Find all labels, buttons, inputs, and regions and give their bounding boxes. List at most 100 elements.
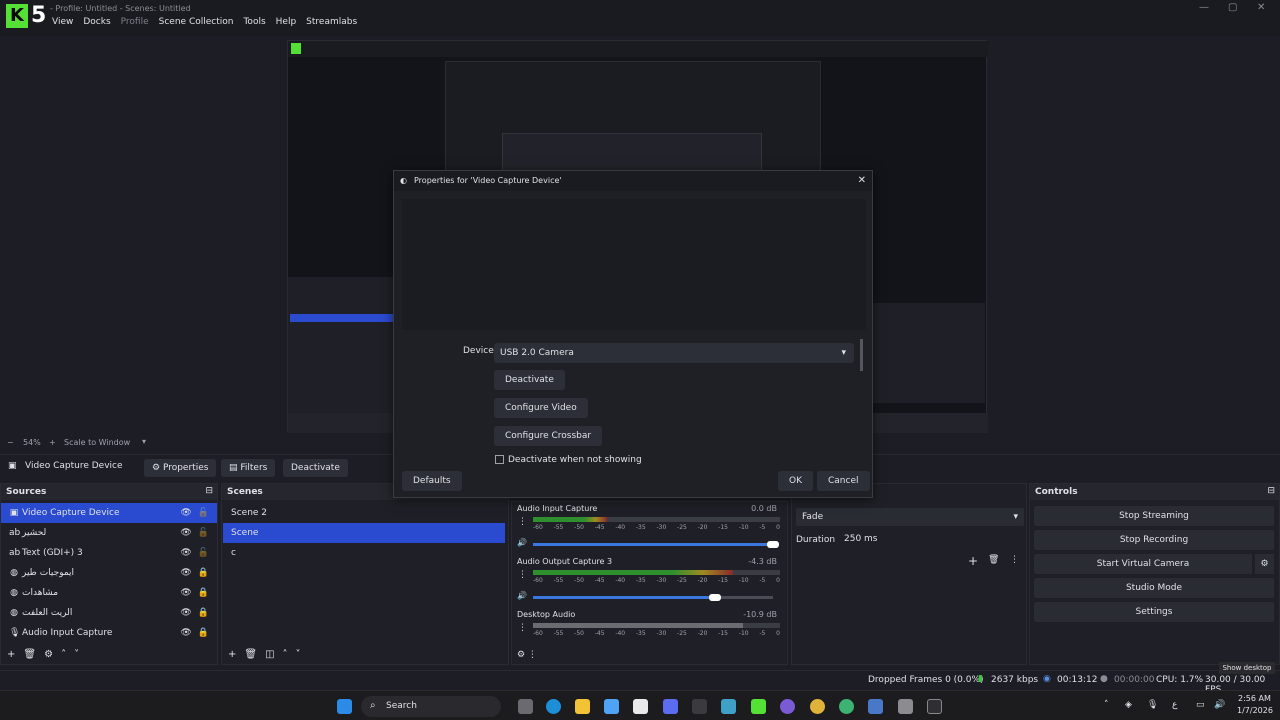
clock-time[interactable]: 2:56 AM	[1238, 694, 1271, 703]
menu-help[interactable]: Help	[276, 17, 297, 27]
unlock-icon[interactable]: 🔓	[198, 503, 209, 523]
visibility-eye-icon[interactable]: 👁	[180, 623, 191, 643]
speaker-icon[interactable]: 🔊	[517, 538, 527, 547]
menu-profile[interactable]: Profile	[121, 17, 149, 27]
stop-streaming-button[interactable]: Stop Streaming	[1034, 506, 1274, 526]
add-source-icon[interactable]: +	[7, 649, 15, 660]
language-icon[interactable]: ع	[1172, 700, 1177, 710]
transition-menu-icon[interactable]: ⋮	[1010, 555, 1019, 565]
scene-filters-icon[interactable]: ◫	[265, 649, 274, 660]
studio-mode-button[interactable]: Studio Mode	[1034, 578, 1274, 598]
kick-icon[interactable]	[751, 699, 766, 714]
source-row[interactable]: ◍ الريت العلفت 👁 🔒	[1, 603, 217, 623]
volume-slider[interactable]	[533, 541, 779, 548]
cancel-button[interactable]: Cancel	[817, 471, 870, 491]
scene-row[interactable]: Scene 2	[223, 503, 505, 523]
lock-icon[interactable]: 🔒	[198, 603, 209, 623]
scene-row[interactable]: Scene	[223, 523, 505, 543]
ok-button[interactable]: OK	[778, 471, 813, 491]
menu-docks[interactable]: Docks	[83, 17, 110, 27]
stop-recording-button[interactable]: Stop Recording	[1034, 530, 1274, 550]
mixer-menu-icon[interactable]: ⋮	[518, 570, 527, 580]
menu-scene-collection[interactable]: Scene Collection	[159, 17, 234, 27]
start-virtual-camera-button[interactable]: Start Virtual Camera	[1034, 554, 1252, 574]
visibility-eye-icon[interactable]: 👁	[180, 583, 191, 603]
vpn-icon[interactable]	[868, 699, 883, 714]
discord-icon[interactable]	[780, 699, 795, 714]
edge-icon[interactable]	[546, 699, 561, 714]
tray-app-icon[interactable]: ◈	[1125, 700, 1132, 710]
configure-crossbar-button[interactable]: Configure Crossbar	[494, 426, 603, 446]
lock-icon[interactable]: 🔒	[198, 623, 209, 643]
move-up-icon[interactable]: ˄	[61, 649, 66, 660]
zoom-in-button[interactable]: +	[49, 438, 56, 447]
task-view-icon[interactable]	[518, 699, 533, 714]
lock-icon[interactable]: 🔒	[198, 563, 209, 583]
store-icon[interactable]	[633, 699, 648, 714]
scene-down-icon[interactable]: ˅	[296, 649, 301, 660]
volume-slider-knob[interactable]	[709, 594, 722, 601]
close-window-icon[interactable]: ✕	[1257, 2, 1265, 13]
lock-icon[interactable]: 🔒	[198, 583, 209, 603]
network-icon[interactable]: ▭	[1196, 700, 1205, 710]
add-transition-icon[interactable]: +	[968, 554, 978, 568]
remove-transition-icon[interactable]: 🗑	[988, 555, 999, 565]
visibility-eye-icon[interactable]: 👁	[180, 503, 191, 523]
menu-streamlabs[interactable]: Streamlabs	[306, 17, 357, 27]
clock-date[interactable]: 1/7/2026	[1237, 706, 1273, 715]
device-select[interactable]: USB 2.0 Camera ▾	[494, 343, 854, 363]
speaker-icon[interactable]: 🔊	[517, 591, 527, 600]
chrome-icon[interactable]	[810, 699, 825, 714]
transition-select[interactable]: Fade ▾	[796, 508, 1024, 526]
volume-slider[interactable]	[533, 594, 773, 601]
virtual-camera-settings-icon[interactable]: ⚙	[1255, 554, 1274, 574]
settings-button[interactable]: Settings	[1034, 602, 1274, 622]
windows-start-icon[interactable]	[337, 699, 352, 714]
streamlabs-icon[interactable]	[927, 699, 942, 714]
deactivate-button[interactable]: Deactivate	[494, 370, 565, 390]
duration-field[interactable]: 250 ms	[840, 530, 1024, 548]
menu-view[interactable]: View	[52, 17, 73, 27]
add-scene-icon[interactable]: +	[228, 649, 236, 660]
zoom-mode[interactable]: Scale to Window	[64, 438, 130, 447]
file-explorer-icon[interactable]	[575, 699, 590, 714]
dialog-scrollbar[interactable]	[860, 339, 863, 371]
minimize-icon[interactable]: —	[1199, 2, 1209, 13]
remove-source-icon[interactable]: 🗑	[23, 649, 36, 660]
properties-button[interactable]: ⚙ Properties	[144, 459, 217, 477]
deactivate-toolbar-button[interactable]: Deactivate	[283, 459, 348, 477]
source-properties-icon[interactable]: ⚙	[44, 649, 53, 660]
filters-button[interactable]: ▤ Filters	[221, 459, 276, 477]
move-down-icon[interactable]: ˅	[74, 649, 79, 660]
taskbar-search[interactable]: ⌕ Search	[361, 696, 501, 717]
maximize-icon[interactable]: ▢	[1228, 2, 1237, 13]
dialog-close-icon[interactable]: ✕	[858, 171, 866, 191]
obs-icon[interactable]	[692, 699, 707, 714]
controls-menu-icon[interactable]: ⊟	[1267, 486, 1275, 496]
tray-chevron-icon[interactable]: ˄	[1104, 700, 1109, 710]
source-row[interactable]: 🎙 Audio Input Capture 👁 🔒	[1, 623, 217, 643]
volume-icon[interactable]: 🔊	[1214, 700, 1225, 710]
volume-slider-knob[interactable]	[767, 541, 779, 548]
visibility-eye-icon[interactable]: 👁	[180, 603, 191, 623]
visibility-eye-icon[interactable]: 👁	[180, 563, 191, 583]
source-row[interactable]: ◍ ايموجيات طير 👁 🔒	[1, 563, 217, 583]
source-row[interactable]: ▣ Video Capture Device 👁 🔓	[1, 503, 217, 523]
sources-menu-icon[interactable]: ⊟	[205, 486, 213, 496]
chrome-profile-icon[interactable]	[839, 699, 854, 714]
app-icon[interactable]	[663, 699, 678, 714]
remove-scene-icon[interactable]: 🗑	[244, 649, 257, 660]
mixer-settings-icon[interactable]: ⚙ ⋮	[517, 650, 537, 660]
unlock-icon[interactable]: 🔓	[198, 523, 209, 543]
source-row[interactable]: ab Text (GDI+) 3 👁 🔓	[1, 543, 217, 563]
unlock-icon[interactable]: 🔓	[198, 543, 209, 563]
settings-app-icon[interactable]	[898, 699, 913, 714]
scene-row[interactable]: c	[223, 543, 505, 563]
copilot-icon[interactable]	[604, 699, 619, 714]
visibility-eye-icon[interactable]: 👁	[180, 523, 191, 543]
mixer-menu-icon[interactable]: ⋮	[518, 517, 527, 527]
menu-tools[interactable]: Tools	[243, 17, 265, 27]
visibility-eye-icon[interactable]: 👁	[180, 543, 191, 563]
microphone-icon[interactable]: 🎙	[1147, 700, 1158, 710]
scene-up-icon[interactable]: ˄	[283, 649, 288, 660]
